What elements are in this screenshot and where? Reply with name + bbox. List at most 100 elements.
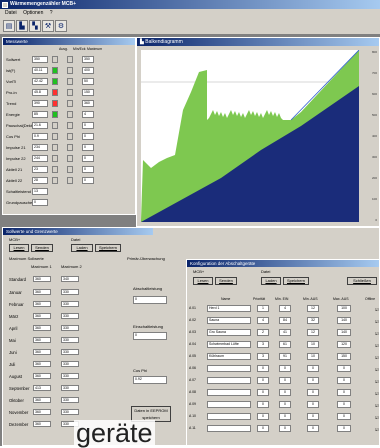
month-max1-field[interactable]: 360 [33,421,51,427]
min-ein-field[interactable]: 0 [279,377,291,384]
month-max1-field[interactable]: 360 [33,349,51,355]
offline-checkbox[interactable]: ☑ [375,355,379,360]
min-aus-field[interactable]: 10 [307,341,319,348]
document-icon[interactable]: ▤ [3,20,15,32]
menu-help[interactable]: ? [50,10,53,16]
min-ein-field[interactable]: 41 [279,329,291,336]
month-max2-field[interactable]: 330 [61,397,79,403]
geraet-name-field[interactable] [207,425,251,432]
prioritaet-field[interactable]: 2 [257,329,269,336]
month-max1-field[interactable]: 413 [33,385,51,391]
geraet-name-field[interactable]: Herd 1 [207,305,251,312]
speichern-button[interactable]: Speichern [95,244,121,252]
min-aus-field[interactable]: 12 [307,329,319,336]
month-max2-field[interactable]: 330 [61,301,79,307]
max-aus-field[interactable]: 100 [337,305,351,312]
month-max2-field[interactable]: 330 [61,373,79,379]
sub-speichern-button[interactable]: Speichern [283,277,309,285]
sub-laden-button[interactable]: Laden [261,277,281,285]
min-aus-field[interactable]: 32 [307,317,319,324]
min-aus-field[interactable]: 0 [307,365,319,372]
month-max2-field[interactable]: 330 [61,349,79,355]
max-aus-field[interactable]: 0 [337,401,351,408]
month-max1-field[interactable]: 360 [33,301,51,307]
prioritaet-field[interactable]: 1 [257,305,269,312]
max-aus-field[interactable]: 140 [337,317,351,324]
min-aus-field[interactable]: 10 [307,353,319,360]
geraet-name-field[interactable]: Sauna [207,317,251,324]
max-aus-field[interactable]: 0 [337,413,351,420]
max-aus-field[interactable]: 0 [337,365,351,372]
max-aus-field[interactable]: 120 [337,341,351,348]
offline-checkbox[interactable]: ☑ [375,343,379,348]
min-aus-field[interactable]: 0 [307,401,319,408]
min-ein-field[interactable]: 0 [279,365,291,372]
month-max1-field[interactable]: 360 [33,361,51,367]
schliessen-button[interactable]: Schließen [347,277,377,285]
month-max2-field[interactable]: 330 [61,325,79,331]
month-max2-field[interactable]: 330 [61,361,79,367]
offline-checkbox[interactable]: ☑ [375,379,379,384]
geraet-name-field[interactable]: Gro Sauna [207,329,251,336]
max-aus-field[interactable]: 140 [337,329,351,336]
offline-checkbox[interactable]: ☑ [375,403,379,408]
month-max2-field[interactable]: 330 [61,409,79,415]
month-max2-field[interactable]: 330 [61,289,79,295]
min-ein-field[interactable]: 4 [279,305,291,312]
offline-checkbox[interactable]: ☑ [375,391,379,396]
min-ein-field[interactable]: 61 [279,341,291,348]
min-aus-field[interactable]: 0 [307,377,319,384]
chart-icon[interactable]: ▙ [16,20,28,32]
min-ein-field[interactable]: 0 [279,389,291,396]
prioritaet-field[interactable]: 4 [257,317,269,324]
geraet-name-field[interactable] [207,413,251,420]
lesen-button[interactable]: Lesen [9,244,29,252]
month-max1-field[interactable]: 360 [33,373,51,379]
month-max1-field[interactable]: 360 [33,289,51,295]
menu-datei[interactable]: Datei [5,10,17,16]
menu-optionen[interactable]: Optionen [23,10,43,16]
geraet-name-field[interactable]: Schwimmbad Lüfte [207,341,251,348]
cosphi-field[interactable]: 0.92 [133,376,167,384]
month-max2-field[interactable]: 330 [61,385,79,391]
min-ein-field[interactable]: 91 [279,353,291,360]
geraet-name-field[interactable] [207,389,251,396]
prioritaet-field[interactable]: 0 [257,377,269,384]
month-max1-field[interactable]: 360 [33,313,51,319]
prioritaet-field[interactable]: 0 [257,401,269,408]
min-ein-field[interactable]: 84 [279,317,291,324]
month-max2-field[interactable]: 330 [61,337,79,343]
month-max1-field[interactable]: 360 [33,397,51,403]
offline-checkbox[interactable]: ☑ [375,331,379,336]
offline-checkbox[interactable]: ☑ [375,307,379,312]
laden-button[interactable]: Laden [71,244,93,252]
prioritaet-field[interactable]: 3 [257,341,269,348]
geraet-name-field[interactable] [207,365,251,372]
senden-button[interactable]: Senden [31,244,53,252]
min-aus-field[interactable]: 0 [307,389,319,396]
min-ein-field[interactable]: 0 [279,425,291,432]
geraet-name-field[interactable] [207,377,251,384]
offline-checkbox[interactable]: ☑ [375,367,379,372]
min-aus-field[interactable]: 0 [307,413,319,420]
month-max1-field[interactable]: 360 [33,325,51,331]
tool-icon[interactable]: ⚒ [42,20,54,32]
standard-max1-field[interactable]: 360 [33,276,51,282]
prioritaet-field[interactable]: 3 [257,353,269,360]
min-aus-field[interactable]: 12 [307,305,319,312]
settings-icon[interactable]: ⚙ [55,20,67,32]
offline-checkbox[interactable]: ☑ [375,319,379,324]
abschalt-field[interactable]: 0 [133,296,167,304]
offline-checkbox[interactable]: ☑ [375,427,379,432]
prioritaet-field[interactable]: 0 [257,425,269,432]
month-max2-field[interactable]: 330 [61,313,79,319]
prioritaet-field[interactable]: 0 [257,413,269,420]
max-aus-field[interactable]: 150 [337,353,351,360]
min-ein-field[interactable]: 0 [279,413,291,420]
standard-max2-field[interactable]: 340 [61,276,79,282]
trend-icon[interactable]: ▚ [29,20,41,32]
einschalt-field[interactable]: 0 [133,332,167,340]
max-aus-field[interactable]: 0 [337,389,351,396]
geraet-name-field[interactable]: Kühlraum [207,353,251,360]
month-max1-field[interactable]: 360 [33,337,51,343]
